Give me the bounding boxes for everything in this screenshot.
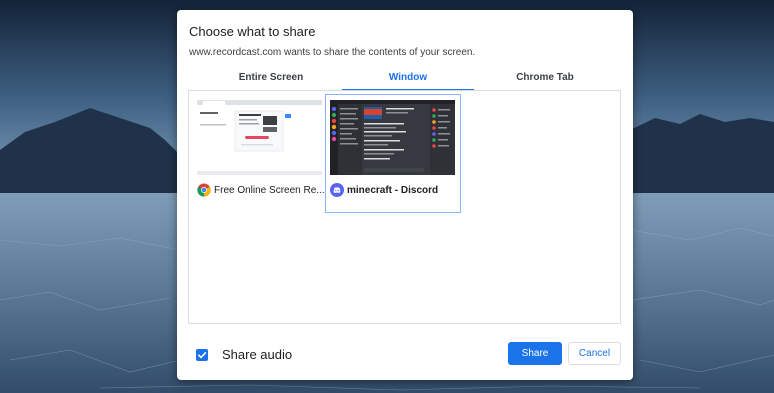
source-item-discord[interactable]: minecraft - Discord [325, 94, 461, 213]
dialog-subtitle: www.recordcast.com wants to share the co… [189, 47, 476, 58]
tab-entire-screen[interactable]: Entire Screen [205, 69, 337, 91]
source-item-recordcast[interactable]: Free Online Screen Re... [192, 94, 328, 213]
dialog-title: Choose what to share [189, 24, 316, 39]
source-title: Free Online Screen Re... [214, 184, 325, 196]
source-tabs: Entire Screen Window Chrome Tab [189, 69, 621, 91]
cancel-button[interactable]: Cancel [568, 342, 621, 365]
share-audio-toggle[interactable]: Share audio [196, 347, 292, 362]
source-label: Free Online Screen Re... [197, 183, 325, 197]
share-screen-dialog: Choose what to share www.recordcast.com … [177, 10, 633, 380]
source-label: minecraft - Discord [330, 183, 458, 197]
source-title: minecraft - Discord [347, 184, 439, 196]
window-thumbnail [330, 100, 455, 175]
share-audio-label: Share audio [222, 347, 293, 362]
chrome-icon [197, 183, 211, 197]
tab-chrome-tab[interactable]: Chrome Tab [479, 69, 611, 91]
share-button[interactable]: Share [508, 342, 562, 365]
window-list: Free Online Screen Re... minecraft - Dis… [188, 90, 621, 324]
tab-window[interactable]: Window [342, 69, 474, 91]
checkmark-icon [198, 351, 207, 358]
discord-icon [330, 183, 344, 197]
window-thumbnail [197, 100, 322, 175]
share-audio-checkbox[interactable] [196, 348, 208, 361]
